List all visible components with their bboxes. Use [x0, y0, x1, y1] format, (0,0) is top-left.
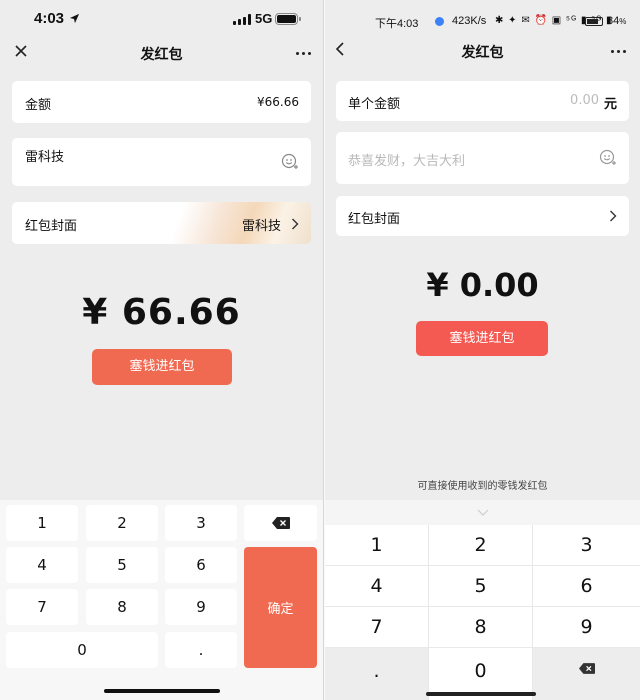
status-time: 4:03 [34, 10, 65, 27]
key-1[interactable]: 1 [325, 525, 429, 566]
key-3[interactable]: 3 [533, 525, 640, 566]
total-amount: ¥ 66.66 [82, 292, 241, 333]
page-title: 发红包 [461, 45, 504, 61]
backspace-icon [271, 517, 290, 529]
stuff-money-button[interactable]: 塞钱进红包 [416, 321, 548, 356]
stuff-money-button[interactable]: 塞钱进红包 [92, 349, 232, 385]
cover-label: 红包封面 [25, 219, 78, 234]
network-type: 5G [255, 11, 273, 26]
chevron-down-icon[interactable] [477, 509, 489, 516]
chevron-right-icon [610, 210, 617, 222]
home-indicator [426, 692, 536, 696]
key-8[interactable]: 8 [86, 589, 158, 625]
emoji-icon[interactable] [281, 153, 299, 171]
cover-value: 雷科技 [241, 219, 281, 234]
status-time: 下午4:03 [375, 18, 419, 30]
key-9[interactable]: 9 [533, 607, 640, 648]
more-icon[interactable] [611, 50, 626, 53]
key-7[interactable]: 7 [6, 589, 78, 625]
amount-field[interactable]: 金额 ¥66.66 [12, 81, 311, 123]
total-amount: ¥ 0.00 [426, 266, 539, 304]
key-2[interactable]: 2 [429, 525, 533, 566]
key-7[interactable]: 7 [325, 607, 429, 648]
key-6[interactable]: 6 [533, 566, 640, 607]
ios-screen: 4:03 5G 发红包 金额 ¥66.66 雷科技 红包封面 雷科技 ¥ 66.… [0, 0, 323, 700]
key-dot[interactable]: . [325, 648, 429, 700]
amount-field[interactable]: 单个金额 0.00 元 [336, 81, 629, 121]
key-6[interactable]: 6 [165, 547, 237, 583]
nav-bar: 发红包 [0, 38, 323, 68]
number-keypad: 1 2 3 4 5 6 7 8 9 0 . 确定 [0, 500, 323, 700]
key-4[interactable]: 4 [325, 566, 429, 607]
number-keypad: 1 2 3 4 5 6 7 8 9 . 0 [325, 525, 640, 700]
cover-label: 红包封面 [348, 212, 401, 227]
message-value: 雷科技 [25, 150, 65, 165]
key-5[interactable]: 5 [86, 547, 158, 583]
amount-input[interactable]: 0.00 [570, 93, 599, 108]
backspace-key[interactable] [244, 505, 317, 541]
more-icon[interactable] [296, 52, 311, 55]
cover-row[interactable]: 红包封面 雷科技 [12, 202, 311, 244]
amount-unit: 元 [603, 97, 617, 112]
message-field[interactable]: 雷科技 [12, 138, 311, 186]
chevron-right-icon [292, 218, 299, 230]
key-1[interactable]: 1 [6, 505, 78, 541]
cellular-signal-icon [233, 14, 251, 25]
amount-value: ¥66.66 [257, 95, 299, 109]
status-bar: 4:03 5G [0, 8, 323, 32]
notification-dot-icon [435, 17, 444, 26]
amount-label: 金额 [25, 98, 52, 113]
key-5[interactable]: 5 [429, 566, 533, 607]
key-2[interactable]: 2 [86, 505, 158, 541]
key-4[interactable]: 4 [6, 547, 78, 583]
key-dot[interactable]: . [165, 632, 237, 668]
keyboard-header [325, 500, 640, 525]
status-bar: 下午4:03 423K/s ✱ ✦ ✉ ⏰ ▣ ⁵ᴳ ▮ ⁵ᴳ ▮ 84% [325, 12, 640, 32]
amount-label: 单个金额 [348, 97, 401, 112]
message-input[interactable]: 恭喜发财，大吉大利 [348, 150, 465, 169]
battery-percent: 84% [607, 15, 627, 27]
battery-icon [585, 17, 603, 26]
page-title: 发红包 [140, 47, 183, 63]
nav-bar: 发红包 [325, 36, 640, 66]
android-screen: 下午4:03 423K/s ✱ ✦ ✉ ⏰ ▣ ⁵ᴳ ▮ ⁵ᴳ ▮ 84% 发红… [325, 0, 640, 700]
backspace-icon [578, 663, 595, 674]
location-arrow-icon [69, 13, 80, 24]
message-field[interactable]: 恭喜发财，大吉大利 [336, 132, 629, 184]
key-9[interactable]: 9 [165, 589, 237, 625]
home-indicator [104, 689, 220, 693]
emoji-icon[interactable] [599, 149, 617, 167]
key-8[interactable]: 8 [429, 607, 533, 648]
key-3[interactable]: 3 [165, 505, 237, 541]
key-0[interactable]: 0 [6, 632, 158, 668]
confirm-key[interactable]: 确定 [244, 547, 317, 668]
backspace-key[interactable] [533, 648, 640, 700]
battery-icon [275, 13, 301, 25]
hint-text: 可直接使用收到的零钱发红包 [417, 481, 548, 492]
cover-row[interactable]: 红包封面 [336, 196, 629, 236]
network-speed: 423K/s [452, 15, 487, 27]
